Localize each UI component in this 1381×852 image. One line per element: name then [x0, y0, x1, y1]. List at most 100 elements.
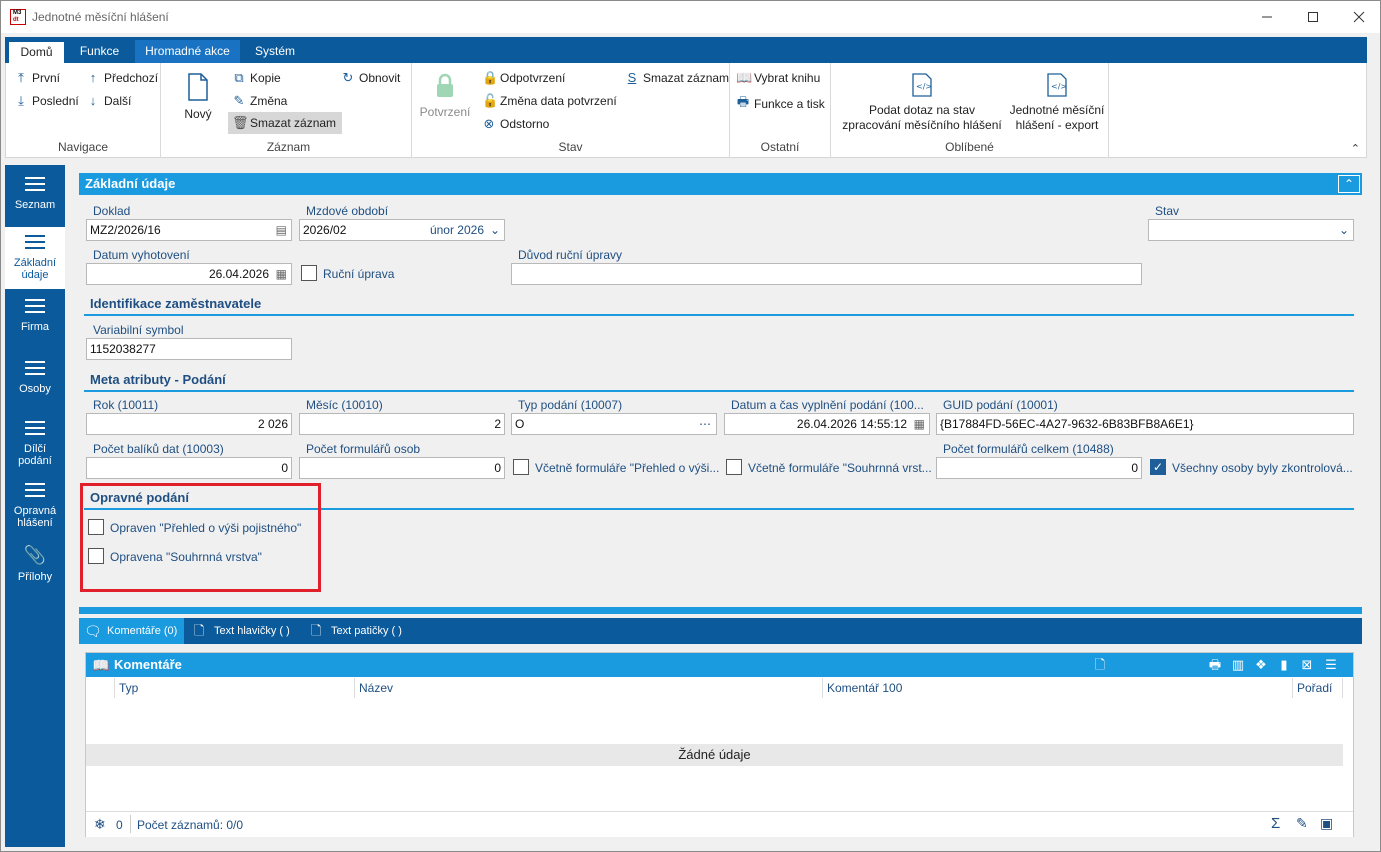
pocet-celkem-field[interactable]: 0	[936, 457, 1142, 479]
confirm-button[interactable]: Potvrzení	[416, 73, 474, 120]
maximize-button[interactable]	[1290, 1, 1336, 33]
arrow-up-first-icon: ⤒	[18, 70, 24, 85]
guid-field[interactable]: {B17884FD-56EC-4A27-9632-6B83BFB8A6E1}	[936, 413, 1354, 435]
mesic-field[interactable]: 2	[299, 413, 505, 435]
pocet-celkem-label: Počet formulářů celkem (10488)	[943, 442, 1114, 456]
snowflake-icon[interactable]: ❄	[94, 816, 106, 833]
trash-icon: 🗑	[232, 115, 249, 130]
copy-button[interactable]: ⧉ Kopie	[232, 70, 280, 86]
doklad-field[interactable]: MZ2/2026/16 ▤	[86, 219, 292, 241]
export-button[interactable]: </> Jednotné měsíční hlášení - export	[1009, 73, 1105, 133]
chart-icon[interactable]: ▥	[1229, 656, 1247, 674]
group-navigace: ⤒ První ↑ Předchozí ⤓ Poslední ↓ Další Navig…	[6, 63, 161, 158]
nav-opravna-hlaseni[interactable]: Opravná hlášení	[5, 483, 65, 541]
first-button[interactable]: ⤒ První	[14, 70, 60, 86]
dropdown-icon[interactable]: ⌄	[1339, 220, 1349, 240]
title-bar: M3 dt Jednotné měsíční hlášení	[1, 1, 1380, 33]
vs-field[interactable]: 1152038277	[86, 338, 292, 360]
rok-field[interactable]: 2 026	[86, 413, 292, 435]
tab-komentare[interactable]: 🗨 Komentáře (0)	[79, 618, 184, 644]
cancel-circle-icon: ⊗	[483, 116, 495, 131]
functions-print-button[interactable]: 🖶 Funkce a tisk	[736, 93, 825, 115]
splitter[interactable]	[79, 607, 1362, 614]
pocet-form-osob-field[interactable]: 0	[299, 457, 505, 479]
tab-hromadne-akce[interactable]: Hromadné akce	[135, 40, 240, 63]
collapse-ribbon-icon[interactable]: ⌃	[1351, 142, 1360, 155]
tab-domu[interactable]: Domů	[9, 40, 64, 63]
lock-open-icon: 🔓	[482, 93, 499, 108]
more-icon[interactable]: ⋯	[699, 414, 711, 434]
zakladni-udaje-panel: Základní údaje ⌃ Doklad MZ2/2026/16 ▤ Mzd…	[79, 173, 1362, 605]
close-icon	[1353, 11, 1365, 23]
xml-document-icon: </>	[912, 73, 932, 97]
identifikace-title: Identifikace zaměstnavatele	[90, 296, 262, 311]
cube-icon[interactable]: ❖	[1252, 656, 1270, 674]
excel-icon[interactable]: ⊠	[1298, 656, 1316, 674]
unstorno-button[interactable]: ⊗ Odstorno	[482, 116, 550, 132]
dropdown-icon[interactable]: ⌄	[490, 220, 500, 240]
col-poradi[interactable]: Pořadí	[1293, 678, 1343, 698]
comment-icon: 🗨	[84, 623, 102, 639]
next-button[interactable]: ↓ Další	[86, 93, 132, 108]
calendar-icon[interactable]: ▦	[276, 264, 287, 284]
columns-icon[interactable]: ▮	[1275, 656, 1293, 674]
new-record-icon[interactable]: 🗋	[1091, 656, 1109, 674]
minimize-button[interactable]	[1244, 1, 1290, 33]
vsechny-osoby-checkbox[interactable]: ✓	[1150, 459, 1166, 475]
vcetne-souhrnna-checkbox[interactable]	[726, 459, 742, 475]
col-komentar[interactable]: Komentář 100	[823, 678, 1293, 698]
sum-icon[interactable]: Σ	[1271, 815, 1280, 832]
nav-dilci-podani[interactable]: Dílčí podání	[5, 421, 65, 479]
duvod-field[interactable]	[511, 263, 1142, 285]
datum-vyhotoveni-field[interactable]: 26.04.2026 ▦	[86, 263, 292, 285]
group-label-oblibene: Oblíbené	[945, 140, 994, 154]
change-confirm-date-button[interactable]: 🔓 Změna data potvrzení	[482, 93, 617, 109]
lookup-icon[interactable]: ▤	[276, 220, 287, 240]
delete-record-button[interactable]: 🗑 Smazat záznam	[228, 112, 343, 134]
col-typ[interactable]: Typ	[115, 678, 355, 698]
edit-button[interactable]: ✎ Změna	[232, 93, 288, 109]
grid-settings-icon[interactable]: ▣	[1320, 815, 1333, 832]
mzdove-obdobi-field[interactable]: 2026/02 únor 2026 ⌄	[299, 219, 505, 241]
list-icon	[25, 299, 45, 313]
datum-cas-field[interactable]: 26.04.2026 14:55:12 ▦	[724, 413, 930, 435]
calendar-icon[interactable]: ▦	[914, 414, 925, 434]
grid-title: 📖 Komentáře	[86, 653, 1353, 677]
rucni-uprava-checkbox[interactable]	[301, 265, 317, 281]
pencil-icon: ✎	[233, 93, 245, 108]
tab-funkce[interactable]: Funkce	[67, 40, 132, 63]
refresh-button[interactable]: ↻ Obnovit	[341, 70, 401, 86]
query-status-button[interactable]: </> Podat dotaz na stav zpracování měsíč…	[837, 73, 1007, 133]
col-nazev[interactable]: Název	[355, 678, 823, 698]
tab-text-paticky[interactable]: 🗋 Text patičky ( )	[303, 618, 413, 644]
nav-firma[interactable]: Firma	[5, 299, 65, 351]
tab-text-hlavicky[interactable]: 🗋 Text hlavičky ( )	[186, 618, 301, 644]
delete-record-state-button[interactable]: S Smazat záznam	[625, 70, 729, 85]
guid-label: GUID podání (10001)	[943, 398, 1058, 412]
nav-seznam[interactable]: Seznam	[5, 177, 65, 227]
vcetne-prehled-checkbox[interactable]	[513, 459, 529, 475]
typ-podani-field[interactable]: O ⋯	[511, 413, 717, 435]
select-book-button[interactable]: 📖 Vybrat knihu	[736, 70, 820, 86]
divider	[130, 815, 131, 833]
menu-icon[interactable]: ☰	[1322, 656, 1340, 674]
svg-text:</>: </>	[1051, 82, 1067, 91]
footer-records: Počet záznamů: 0/0	[137, 818, 244, 832]
pocet-baliku-field[interactable]: 0	[86, 457, 292, 479]
previous-button[interactable]: ↑ Předchozí	[86, 70, 158, 85]
unconfirm-button[interactable]: 🔒 Odpotvrzení	[482, 70, 565, 86]
meta-title: Meta atributy - Podání	[90, 372, 226, 387]
pocet-baliku-label: Počet balíků dat (10003)	[93, 442, 224, 456]
nav-zakladni-udaje[interactable]: Základní údaje	[5, 227, 65, 289]
duvod-label: Důvod ruční úpravy	[518, 248, 623, 262]
nav-osoby[interactable]: Osoby	[5, 361, 65, 413]
close-button[interactable]	[1336, 1, 1380, 33]
nav-prilohy[interactable]: 📎 Přílohy	[5, 545, 65, 595]
collapse-panel-button[interactable]: ⌃	[1338, 175, 1360, 193]
stav-field[interactable]: ⌄	[1148, 219, 1354, 241]
last-button[interactable]: ⤓ Poslední	[14, 93, 79, 109]
tab-system[interactable]: Systém	[243, 40, 307, 63]
new-button[interactable]: Nový	[176, 73, 220, 122]
pencil-icon[interactable]: ✎	[1296, 815, 1308, 832]
print-icon[interactable]: 🖶	[1206, 656, 1224, 674]
